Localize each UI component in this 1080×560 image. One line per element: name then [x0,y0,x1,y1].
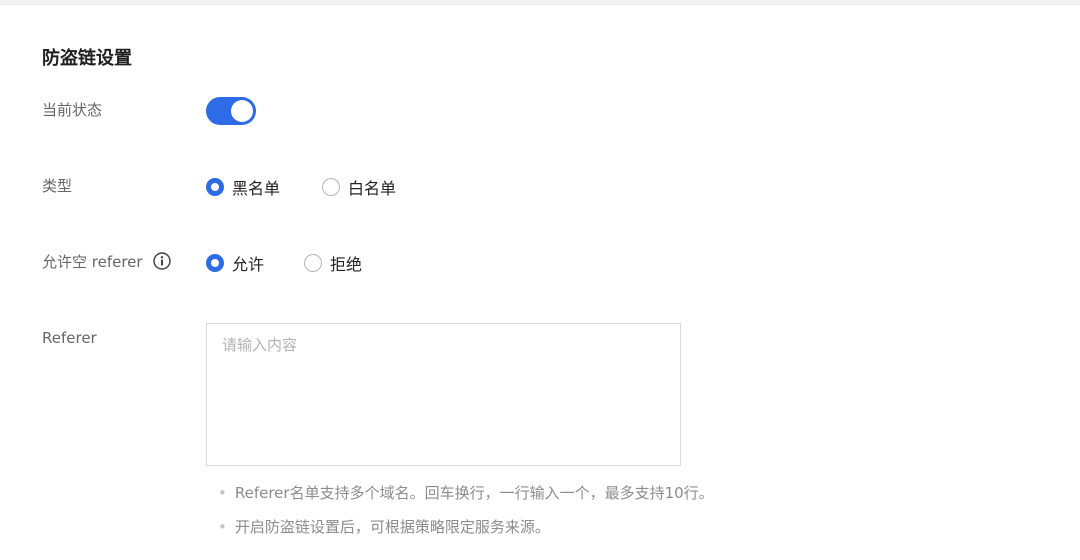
type-radio-blacklist[interactable]: 黑名单 [206,175,280,199]
tip-text: 开启防盗链设置后，可根据策略限定服务来源。 [234,518,550,536]
radio-checked-icon [206,254,224,272]
tip-text: Referer名单支持多个域名。回车换行，一行输入一个，最多支持10行。 [234,484,714,502]
toggle-knob [231,100,253,122]
radio-unchecked-icon [304,254,322,272]
bullet-icon: • [218,518,227,536]
radio-label: 允许 [232,255,265,274]
tip-line: • Referer名单支持多个域名。回车换行，一行输入一个，最多支持10行。 [218,483,714,503]
radio-checked-icon [206,178,224,196]
referer-label: Referer [42,329,97,347]
section-title: 防盗链设置 [42,48,132,69]
status-toggle[interactable] [206,97,256,125]
radio-unchecked-icon [322,178,340,196]
type-label: 类型 [42,177,73,195]
radio-label: 白名单 [348,179,397,198]
allow-empty-radio-allow[interactable]: 允许 [206,251,264,275]
allow-empty-radio-deny[interactable]: 拒绝 [304,251,362,275]
anti-hotlink-panel: 防盗链设置 当前状态 类型 黑名单 白名单 允许空 referer 允许 拒绝 … [0,4,1080,560]
radio-label: 黑名单 [232,179,281,198]
status-label: 当前状态 [42,101,103,119]
bullet-icon: • [218,484,227,502]
type-radio-whitelist[interactable]: 白名单 [322,175,396,199]
radio-label: 拒绝 [330,255,363,274]
referer-textarea[interactable] [206,323,681,466]
allow-empty-referer-text: 允许空 referer [42,253,143,271]
tip-line: • 开启防盗链设置后，可根据策略限定服务来源。 [218,517,550,537]
info-icon[interactable] [153,252,172,270]
allow-empty-referer-label: 允许空 referer [42,252,172,272]
